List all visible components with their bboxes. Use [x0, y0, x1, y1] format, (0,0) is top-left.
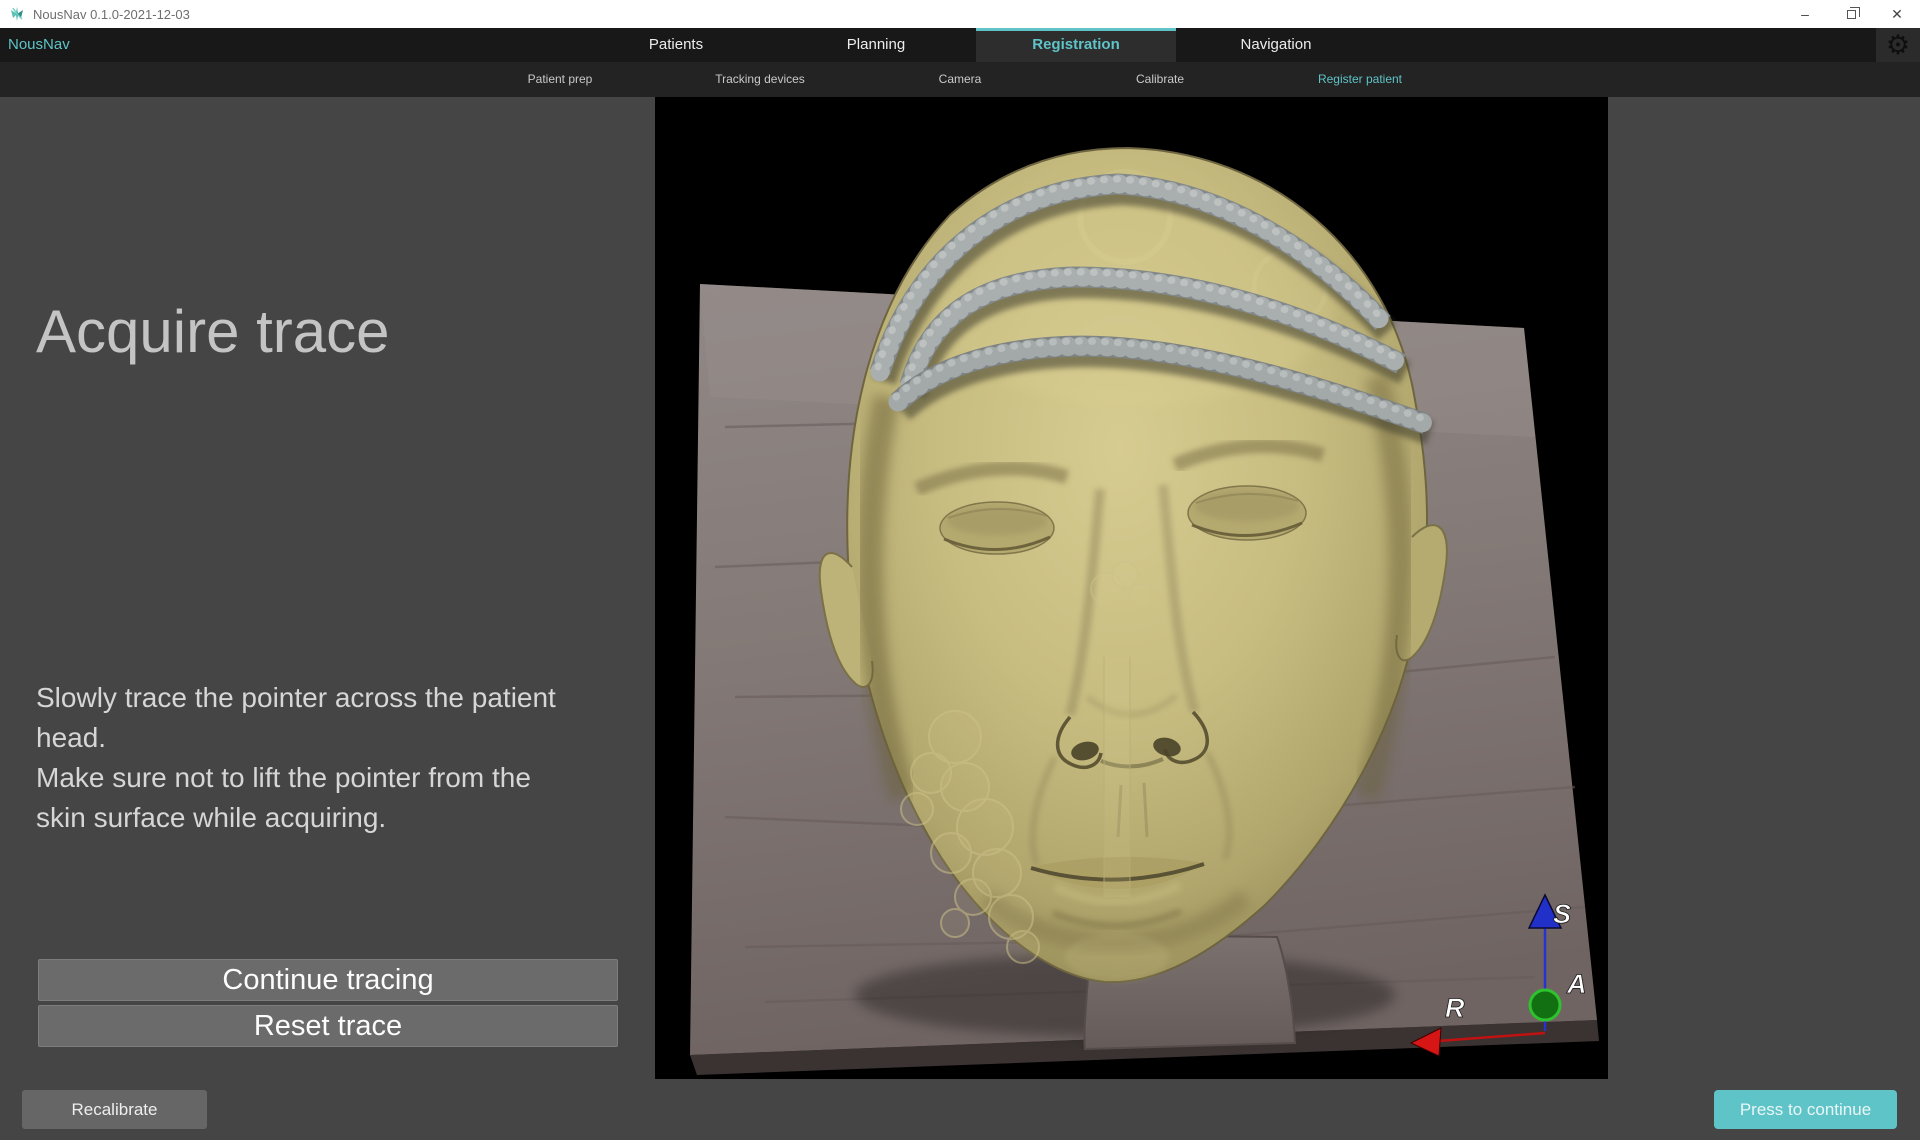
step-calibrate[interactable]: Calibrate [1060, 62, 1260, 97]
registration-steps-bar: Patient prep Tracking devices Camera Cal… [0, 62, 1920, 97]
anterior-axis-icon [1530, 990, 1560, 1020]
restore-icon [1847, 10, 1856, 19]
brand-label: NousNav [8, 28, 70, 62]
step-register-patient[interactable]: Register patient [1260, 62, 1460, 97]
tab-registration[interactable]: Registration [976, 28, 1176, 62]
step-patient-prep[interactable]: Patient prep [460, 62, 660, 97]
content-area: Acquire trace Slowly trace the pointer a… [0, 97, 1920, 1140]
title-bar: NousNav 0.1.0-2021-12-03 – ✕ [0, 0, 1920, 28]
main-tabs: Patients Planning Registration Navigatio… [576, 28, 1376, 62]
right-label: R [1445, 993, 1465, 1023]
maximize-button[interactable] [1828, 0, 1874, 28]
press-to-continue-button[interactable]: Press to continue [1714, 1090, 1897, 1129]
window-title: NousNav 0.1.0-2021-12-03 [33, 7, 190, 22]
gear-icon: ⚙ [1886, 32, 1910, 59]
tab-planning[interactable]: Planning [776, 28, 976, 62]
tab-navigation[interactable]: Navigation [1176, 28, 1376, 62]
minimize-button[interactable]: – [1782, 0, 1828, 28]
head-model-render: S A R [655, 97, 1608, 1079]
right-eye [1188, 486, 1306, 540]
left-eye [940, 502, 1054, 554]
tab-patients[interactable]: Patients [576, 28, 776, 62]
trace-actions: Continue tracing Reset trace [38, 959, 618, 1051]
page-title: Acquire trace [36, 297, 390, 366]
reset-trace-button[interactable]: Reset trace [38, 1005, 618, 1047]
instruction-line-2: Make sure not to lift the pointer from t… [36, 758, 581, 838]
recalibrate-button[interactable]: Recalibrate [22, 1090, 207, 1129]
step-tracking-devices[interactable]: Tracking devices [660, 62, 860, 97]
instructions-text: Slowly trace the pointer across the pati… [36, 678, 581, 838]
instruction-line-1: Slowly trace the pointer across the pati… [36, 678, 581, 758]
settings-button[interactable]: ⚙ [1876, 28, 1920, 62]
continue-tracing-button[interactable]: Continue tracing [38, 959, 618, 1001]
app-window: NousNav 0.1.0-2021-12-03 – ✕ NousNav Pat… [0, 0, 1920, 1140]
window-controls: – ✕ [1782, 0, 1920, 28]
app-logo-icon [9, 6, 25, 22]
step-camera[interactable]: Camera [860, 62, 1060, 97]
anterior-label: A [1566, 969, 1587, 999]
3d-viewport[interactable]: S A R [655, 97, 1608, 1079]
superior-label: S [1553, 899, 1571, 929]
close-button[interactable]: ✕ [1874, 0, 1920, 28]
main-nav-bar: NousNav Patients Planning Registration N… [0, 28, 1920, 62]
registration-steps: Patient prep Tracking devices Camera Cal… [460, 62, 1460, 97]
